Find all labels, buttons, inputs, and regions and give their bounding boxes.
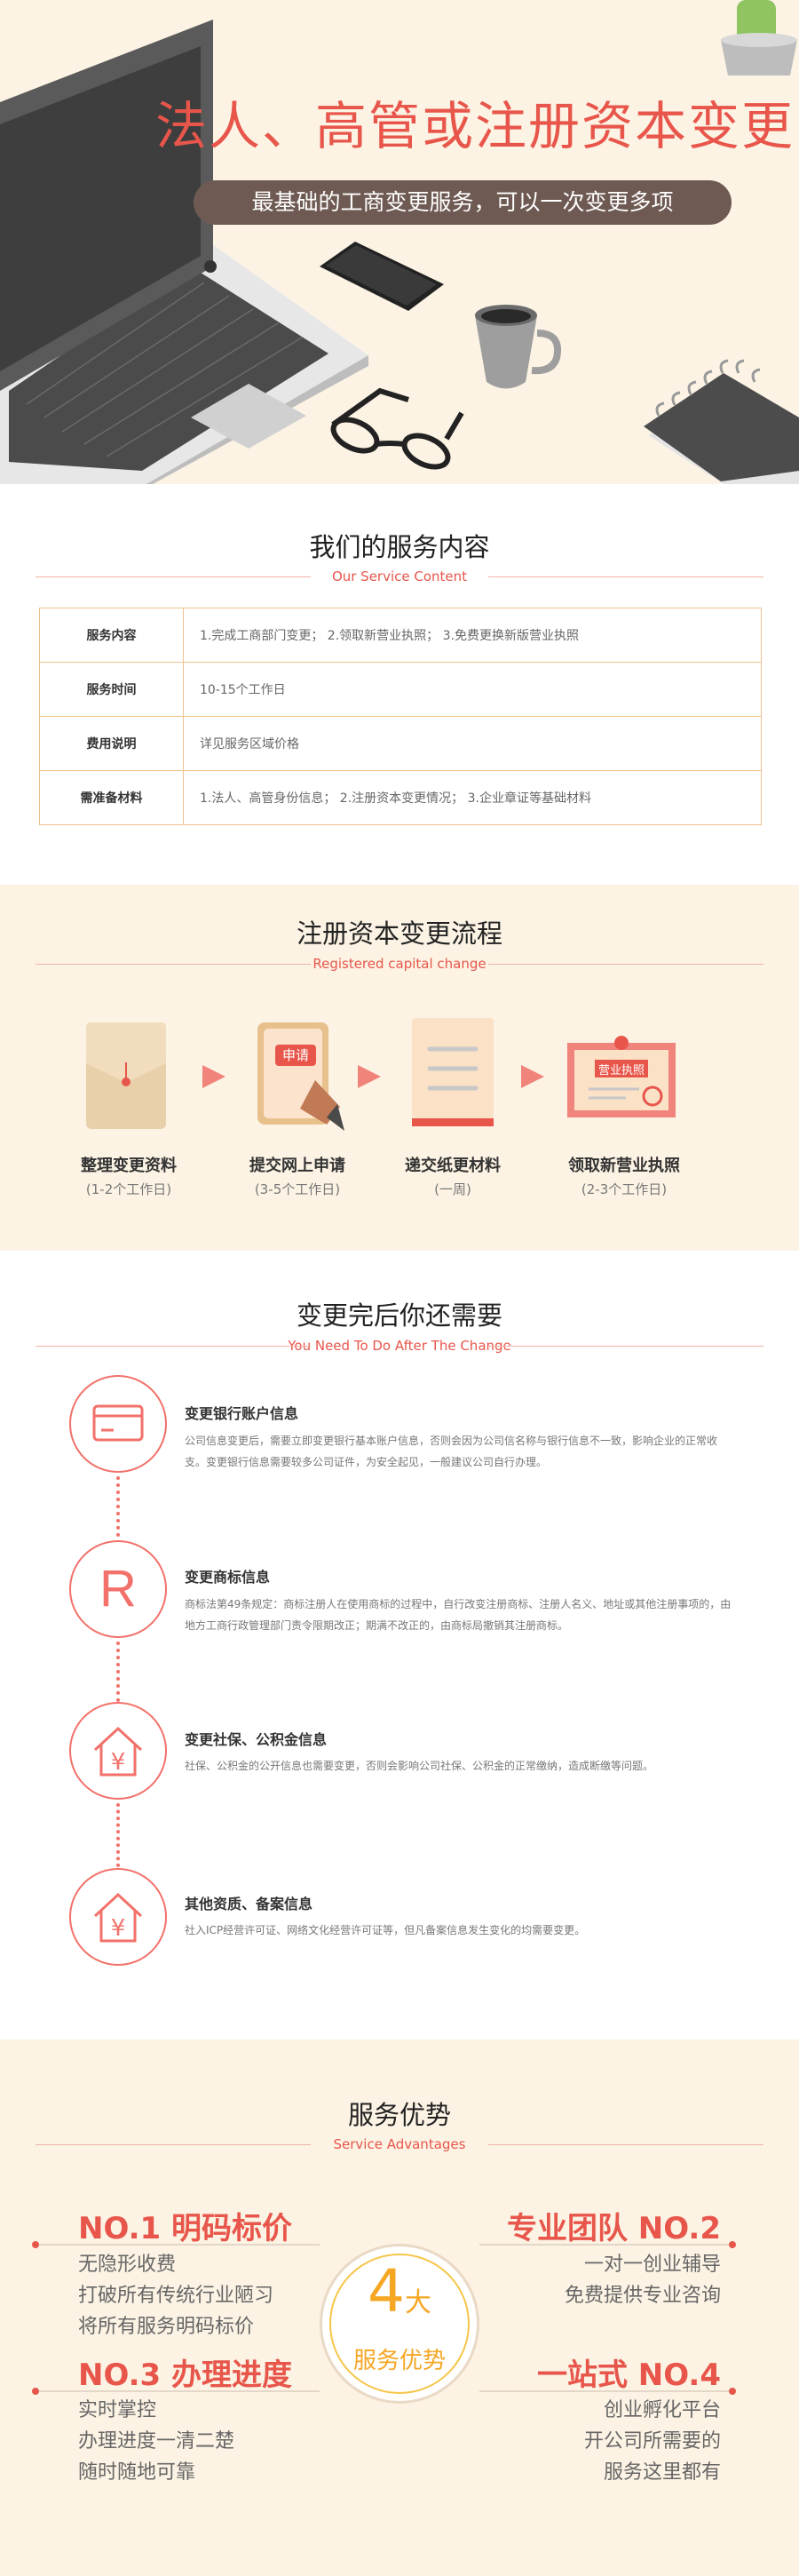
item-title: 变更商标信息 [185,1569,271,1586]
step-name: 递交纸更材料 [405,1157,501,1175]
dot [729,2388,736,2395]
row-value: 1.完成工商部门变更； 2.领取新营业执照； 3.免费更换新版营业执照 [183,608,762,663]
table-row: 费用说明 详见服务区域价格 [39,716,762,771]
center-text: 服务优势 [352,2348,446,2374]
item-desc: 公司信息变更后，需要立即变更银行基本账户信息，否则会因为公司信名称与银行信息不一… [185,1435,718,1468]
section-title: 变更完后你还需要 [296,1300,502,1331]
hero-banner: 法人、高管或注册资本变更 最基础的工商变更服务，可以一次变更多项 [0,0,799,484]
center-number: 4 [368,2257,405,2326]
business-license-icon: 营业执照 [567,1036,676,1117]
item-desc: 社保、公积金的公开信息也需要变更，否则会影响公司社保、公积金的正常缴纳，造成断缴… [185,1760,654,1772]
apply-tag: 申请 [282,1047,309,1063]
glasses-illustration [330,387,464,470]
arrow-icon [358,1065,381,1088]
after-change-section: 变更完后你还需要 You Need To Do After The Change… [0,1251,799,2039]
advantage-heading: NO.1 明码标价 [78,2211,293,2246]
step-time: (一周) [434,1181,471,1197]
arrow-icon [202,1065,225,1088]
item-title: 变更银行账户信息 [185,1405,299,1422]
advantage-lines: 一对一创业辅导 免费提供专业咨询 [565,2249,721,2311]
process-section: 注册资本变更流程 Registered capital change 申请 营业… [0,885,799,1251]
advantage-heading: 一站式 NO.4 [536,2357,721,2393]
trademark-icon: R [69,1540,167,1638]
item-title: 其他资质、备案信息 [185,1896,313,1912]
hero-subtitle: 最基础的工商变更服务，可以一次变更多项 [194,180,732,225]
table-row: 服务内容 1.完成工商部门变更； 2.领取新营业执照； 3.免费更换新版营业执照 [39,608,762,663]
step-time: (2-3个工作日) [581,1181,668,1197]
house-yen-glyph: ¥ [111,1749,126,1776]
step-time: (3-5个工作日) [254,1181,341,1197]
row-label: 服务时间 [39,662,184,717]
table-row: 服务时间 10-15个工作日 [39,662,762,717]
advantage-lines: 无隐形收费 打破所有传统行业陋习 将所有服务明码标价 [78,2249,273,2342]
dot [32,2388,39,2395]
advantages-section: 服务优势 Service Advantages 4大 服务优势 NO.1 明码标… [0,2039,799,2576]
card-icon [69,1375,167,1473]
house-yen-icon: ¥ [69,1868,167,1966]
arrow-icon [521,1065,544,1088]
timeline-dots [116,1803,120,1867]
section-title: 服务优势 [347,2100,451,2130]
process-step: 整理变更资料 (1-2个工作日) [44,1153,213,1198]
advantage-line: 开公司所需要的 [583,2430,721,2453]
section-subtitle: Registered capital change [36,956,763,972]
advantage-lines: 创业孵化平台 开公司所需要的 服务这里都有 [584,2395,721,2488]
trademark-glyph: R [99,1560,137,1618]
row-value: 详见服务区域价格 [183,716,762,771]
process-step: 领取新营业执照 (2-3个工作日) [540,1153,708,1198]
item-desc: 社入ICP经营许可证、网络文化经营许可证等，但凡备案信息发生变化的均需要变更。 [185,1924,586,1936]
desk-illustration [0,0,799,484]
row-label: 需准备材料 [39,770,184,825]
advantage-line: 将所有服务明码标价 [78,2316,255,2338]
row-value: 1.法人、高管身份信息； 2.注册资本变更情况； 3.企业章证等基础材料 [183,770,762,825]
center-big: 大 [405,2287,431,2318]
section-subtitle: Our Service Content [36,568,763,584]
section-subtitle: Service Advantages [36,2136,763,2152]
coffee-cup-illustration [475,305,561,389]
row-value: 10-15个工作日 [183,662,762,717]
online-apply-icon: 申请 [257,1022,344,1131]
service-table: 服务内容 1.完成工商部门变更； 2.领取新营业执照； 3.免费更换新版营业执照 … [39,608,762,825]
advantage-line: 无隐形收费 [78,2254,177,2276]
table-row: 需准备材料 1.法人、高管身份信息； 2.注册资本变更情况； 3.企业章证等基础材… [39,770,762,825]
row-label: 服务内容 [39,608,184,663]
process-step: 提交网上申请 (3-5个工作日) [213,1153,382,1198]
house-yen-glyph: ¥ [111,1915,126,1942]
advantage-heading: NO.3 办理进度 [78,2357,293,2393]
item-title: 变更社保、公积金信息 [185,1731,328,1748]
row-label: 费用说明 [39,716,184,771]
section-title: 注册资本变更流程 [296,918,502,949]
timeline-dots [116,1476,120,1537]
timeline-dots [116,1642,120,1702]
advantage-line: 随时随地可靠 [78,2461,196,2484]
advantage-line: 一对一创业辅导 [583,2254,721,2276]
dot [729,2241,736,2248]
paper-document-icon [412,1018,494,1126]
file-folder-icon [86,1022,166,1129]
advantage-line: 实时掌控 [78,2399,157,2421]
advantage-lines: 实时掌控 办理进度一清二楚 随时随地可靠 [78,2395,234,2488]
advantage-line: 打破所有传统行业陋习 [78,2285,274,2307]
step-name: 领取新营业执照 [568,1157,680,1175]
step-name: 整理变更资料 [81,1157,177,1175]
advantage-line: 免费提供专业咨询 [564,2285,721,2307]
item-desc: 商标法第49条规定：商标注册人在使用商标的过程中，自行改变注册商标、注册人名义、… [185,1598,732,1632]
process-step: 递交纸更材料 (一周) [368,1153,537,1198]
notebook-illustration [644,359,799,484]
advantage-heading: 专业团队 NO.2 [506,2211,721,2246]
house-yen-icon: ¥ [69,1702,167,1800]
license-tag: 营业执照 [598,1064,645,1077]
dot [32,2241,39,2248]
phone-illustration [320,242,444,311]
step-name: 提交网上申请 [249,1157,345,1175]
cactus-illustration [721,0,797,76]
advantage-line: 服务这里都有 [603,2461,721,2484]
hero-title: 法人、高管或注册资本变更 [155,96,795,156]
advantage-line: 创业孵化平台 [603,2399,721,2421]
section-subtitle: You Need To Do After The Change [36,1338,763,1354]
step-time: (1-2个工作日) [85,1181,172,1197]
center-badge: 4大 服务优势 [320,2244,479,2404]
section-title: 我们的服务内容 [309,532,490,562]
advantage-line: 办理进度一清二楚 [78,2430,235,2453]
